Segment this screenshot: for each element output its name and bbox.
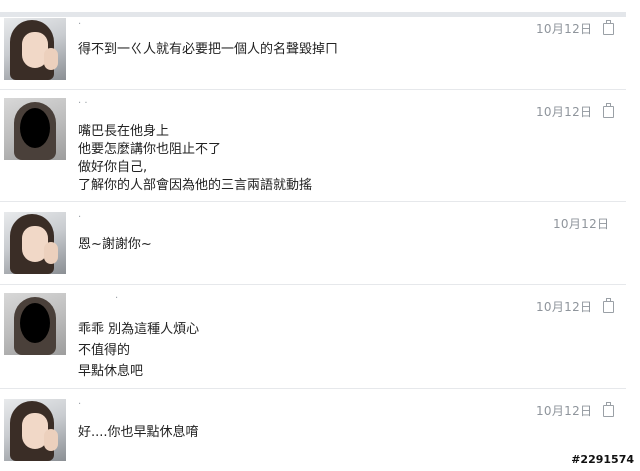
- message-body: 嘴巴長在他身上 他要怎麼講你也阻止不了 做好你自己, 了解你的人部會因為他的三言…: [78, 123, 312, 195]
- message-line: 不值得的: [78, 343, 131, 358]
- message-body: 乖乖 別為這種人煩心 不值得的 早點休息吧: [78, 319, 199, 382]
- image-watermark: #2291574: [571, 453, 634, 466]
- avatar[interactable]: [4, 18, 66, 80]
- message-line: 做好你自己,: [78, 160, 148, 175]
- message-item: · · 10月12日 嘴巴長在他身上 他要怎麼講你也阻止不了 做好你自己, 了解…: [0, 90, 626, 202]
- message-line: 乖乖 別為這種人煩心: [78, 322, 200, 337]
- sender-name[interactable]: ·: [78, 212, 81, 223]
- avatar[interactable]: [4, 98, 66, 160]
- avatar[interactable]: [4, 293, 66, 355]
- message-body: 得不到一ㄍ人就有必要把一個人的名聲毀掉ㄇ: [78, 41, 338, 59]
- message-item: · 10月12日 好....你也早點休息唷: [0, 389, 626, 471]
- trash-icon[interactable]: [603, 402, 614, 417]
- message-item: · 10月12日 得不到一ㄍ人就有必要把一個人的名聲毀掉ㄇ: [0, 17, 626, 90]
- message-date: 10月12日: [536, 300, 593, 314]
- message-date: 10月12日: [536, 22, 593, 36]
- message-line: 恩~謝謝你~: [78, 237, 152, 252]
- trash-icon[interactable]: [603, 103, 614, 118]
- message-date: 10月12日: [553, 217, 610, 231]
- message-line: 早點休息吧: [78, 364, 144, 379]
- message-line: 了解你的人部會因為他的三言兩語就動搖: [78, 178, 313, 193]
- sender-name[interactable]: · ·: [78, 98, 88, 109]
- message-date: 10月12日: [536, 404, 593, 418]
- trash-icon[interactable]: [603, 20, 614, 35]
- message-date: 10月12日: [536, 105, 593, 119]
- message-item: · 10月12日 恩~謝謝你~: [0, 202, 626, 285]
- sender-name[interactable]: ·: [78, 399, 81, 410]
- message-line: 嘴巴長在他身上: [78, 124, 170, 139]
- message-item: · 10月12日 乖乖 別為這種人煩心 不值得的 早點休息吧: [0, 285, 626, 389]
- sender-name[interactable]: ·: [78, 19, 81, 30]
- message-body: 恩~謝謝你~: [78, 236, 152, 254]
- message-line: 他要怎麼講你也阻止不了: [78, 142, 222, 157]
- trash-icon[interactable]: [603, 298, 614, 313]
- avatar[interactable]: [4, 212, 66, 274]
- avatar[interactable]: [4, 399, 66, 461]
- message-line: 得不到一ㄍ人就有必要把一個人的名聲毀掉ㄇ: [78, 42, 339, 57]
- message-line: 好....你也早點休息唷: [78, 425, 199, 440]
- message-body: 好....你也早點休息唷: [78, 424, 199, 442]
- sender-name[interactable]: ·: [115, 293, 118, 304]
